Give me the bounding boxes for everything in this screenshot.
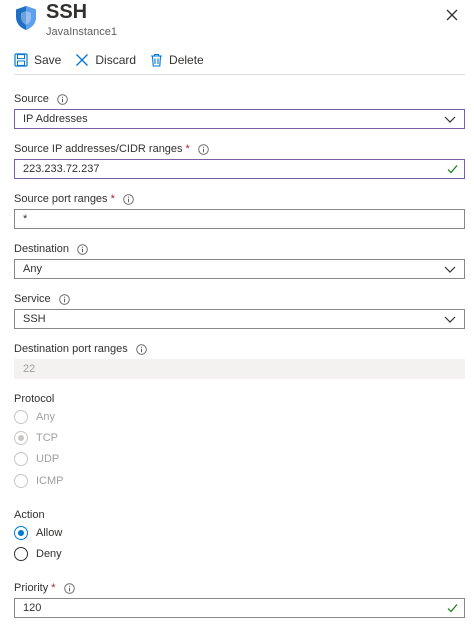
close-icon: [446, 9, 458, 21]
ssh-rule-panel: SSH JavaInstance1 Save Discard Delete So…: [0, 0, 474, 634]
source-selected-value: IP Addresses: [23, 113, 88, 125]
dest-port-value: 22: [23, 363, 36, 375]
toolbar-divider: [14, 74, 465, 75]
destination-selected-value: Any: [23, 263, 42, 275]
protocol-option-label: UDP: [36, 453, 60, 465]
page-subtitle: JavaInstance1: [46, 26, 117, 38]
priority-label: Priority *: [14, 581, 75, 595]
delete-icon: [151, 53, 163, 67]
source-ip-label: Source IP addresses/CIDR ranges *: [14, 142, 209, 156]
source-port-input[interactable]: [14, 209, 465, 229]
checkmark-icon: [447, 165, 458, 174]
action-option-label: Allow: [36, 527, 63, 539]
destination-dropdown[interactable]: Any: [14, 259, 465, 279]
destination-label: Destination: [14, 242, 88, 256]
action-option-deny[interactable]: Deny: [14, 546, 62, 562]
required-marker: *: [185, 143, 190, 155]
protocol-option-any: Any: [14, 409, 55, 425]
discard-label: Discard: [95, 53, 137, 67]
protocol-option-label: Any: [36, 411, 55, 423]
chevron-down-icon: [444, 316, 456, 323]
required-marker: *: [110, 193, 115, 205]
info-icon[interactable]: [198, 143, 209, 155]
info-icon[interactable]: [63, 582, 75, 594]
chevron-down-icon: [444, 266, 456, 273]
save-icon: [14, 53, 28, 67]
info-icon[interactable]: [58, 293, 70, 305]
discard-icon: [76, 54, 89, 66]
save-label: Save: [34, 53, 62, 67]
dest-port-label: Destination port ranges: [14, 342, 147, 356]
protocol-label: Protocol: [14, 393, 55, 405]
required-marker: *: [51, 582, 56, 594]
protocol-option-label: ICMP: [36, 475, 64, 487]
protocol-option-tcp: TCP: [14, 430, 58, 446]
chevron-down-icon: [444, 116, 456, 123]
source-port-label: Source port ranges *: [14, 192, 134, 206]
info-icon[interactable]: [77, 243, 88, 255]
source-dropdown[interactable]: IP Addresses: [14, 109, 465, 129]
save-button[interactable]: Save: [14, 53, 61, 67]
shield-icon: [16, 6, 36, 30]
radio-circle: [14, 452, 28, 466]
service-dropdown[interactable]: SSH: [14, 309, 465, 329]
source-ip-input[interactable]: [14, 159, 465, 179]
info-icon[interactable]: [135, 343, 147, 355]
close-button[interactable]: [440, 3, 464, 27]
radio-circle[interactable]: [14, 526, 28, 540]
radio-circle: [14, 431, 28, 445]
action-label: Action: [14, 509, 45, 521]
source-ip-field[interactable]: [23, 160, 423, 178]
radio-circle: [14, 474, 28, 488]
service-label-text: Service: [14, 293, 51, 305]
priority-field[interactable]: [23, 599, 423, 617]
protocol-option-icmp: ICMP: [14, 473, 64, 489]
page-title: SSH: [46, 1, 88, 23]
action-option-label: Deny: [36, 548, 62, 560]
destination-label-text: Destination: [14, 243, 70, 255]
radio-circle: [14, 410, 28, 424]
protocol-option-udp: UDP: [14, 451, 59, 467]
discard-button[interactable]: Discard: [75, 53, 136, 67]
dest-port-input: 22: [14, 359, 465, 379]
checkmark-icon: [447, 604, 458, 613]
protocol-option-label: TCP: [36, 432, 58, 444]
priority-label-text: Priority: [14, 582, 49, 594]
delete-label: Delete: [169, 53, 204, 67]
dest-port-label-text: Destination port ranges: [14, 343, 128, 355]
source-port-label-text: Source port ranges: [14, 193, 108, 205]
source-label-text: Source: [14, 93, 49, 105]
source-label: Source: [14, 92, 68, 106]
source-port-field[interactable]: [23, 210, 423, 228]
toolbar: Save Discard Delete: [14, 49, 218, 71]
action-option-allow[interactable]: Allow: [14, 525, 62, 541]
info-icon[interactable]: [123, 193, 134, 205]
delete-button[interactable]: Delete: [150, 53, 204, 67]
priority-input[interactable]: [14, 598, 465, 618]
service-selected-value: SSH: [23, 313, 46, 325]
source-ip-label-text: Source IP addresses/CIDR ranges: [14, 143, 183, 155]
info-icon[interactable]: [57, 93, 68, 105]
service-label: Service: [14, 292, 70, 306]
radio-circle[interactable]: [14, 547, 28, 561]
